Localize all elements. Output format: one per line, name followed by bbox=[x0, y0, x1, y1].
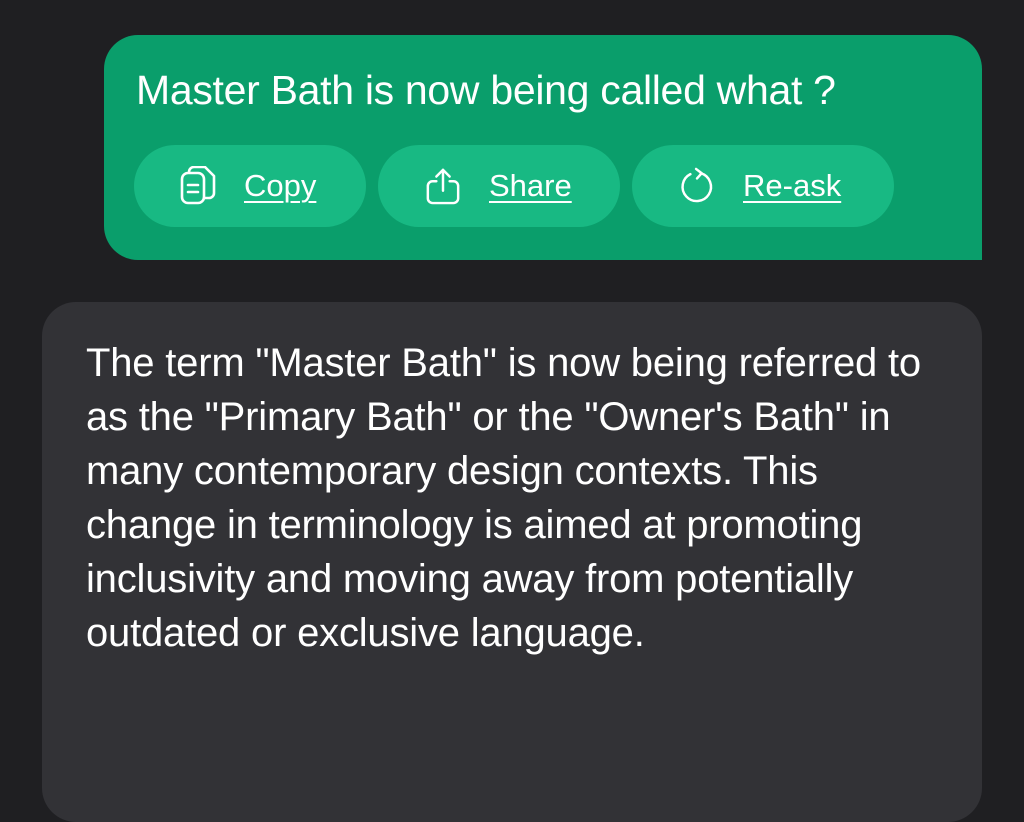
user-message-text: Master Bath is now being called what ? bbox=[136, 67, 836, 113]
share-label: Share bbox=[489, 168, 572, 203]
refresh-icon bbox=[679, 166, 715, 206]
assistant-message-text: The term "Master Bath" is now being refe… bbox=[86, 341, 921, 655]
share-icon bbox=[425, 166, 461, 206]
user-message-bubble: Master Bath is now being called what ? C… bbox=[104, 35, 982, 260]
chat-thread: Master Bath is now being called what ? C… bbox=[0, 0, 1024, 822]
copy-button[interactable]: Copy bbox=[134, 145, 366, 227]
assistant-message-bubble: The term "Master Bath" is now being refe… bbox=[42, 302, 982, 822]
copy-icon bbox=[180, 166, 216, 206]
reask-button[interactable]: Re-ask bbox=[632, 145, 894, 227]
copy-label: Copy bbox=[244, 168, 317, 203]
reask-label: Re-ask bbox=[743, 168, 842, 203]
share-button[interactable]: Share bbox=[378, 145, 620, 227]
